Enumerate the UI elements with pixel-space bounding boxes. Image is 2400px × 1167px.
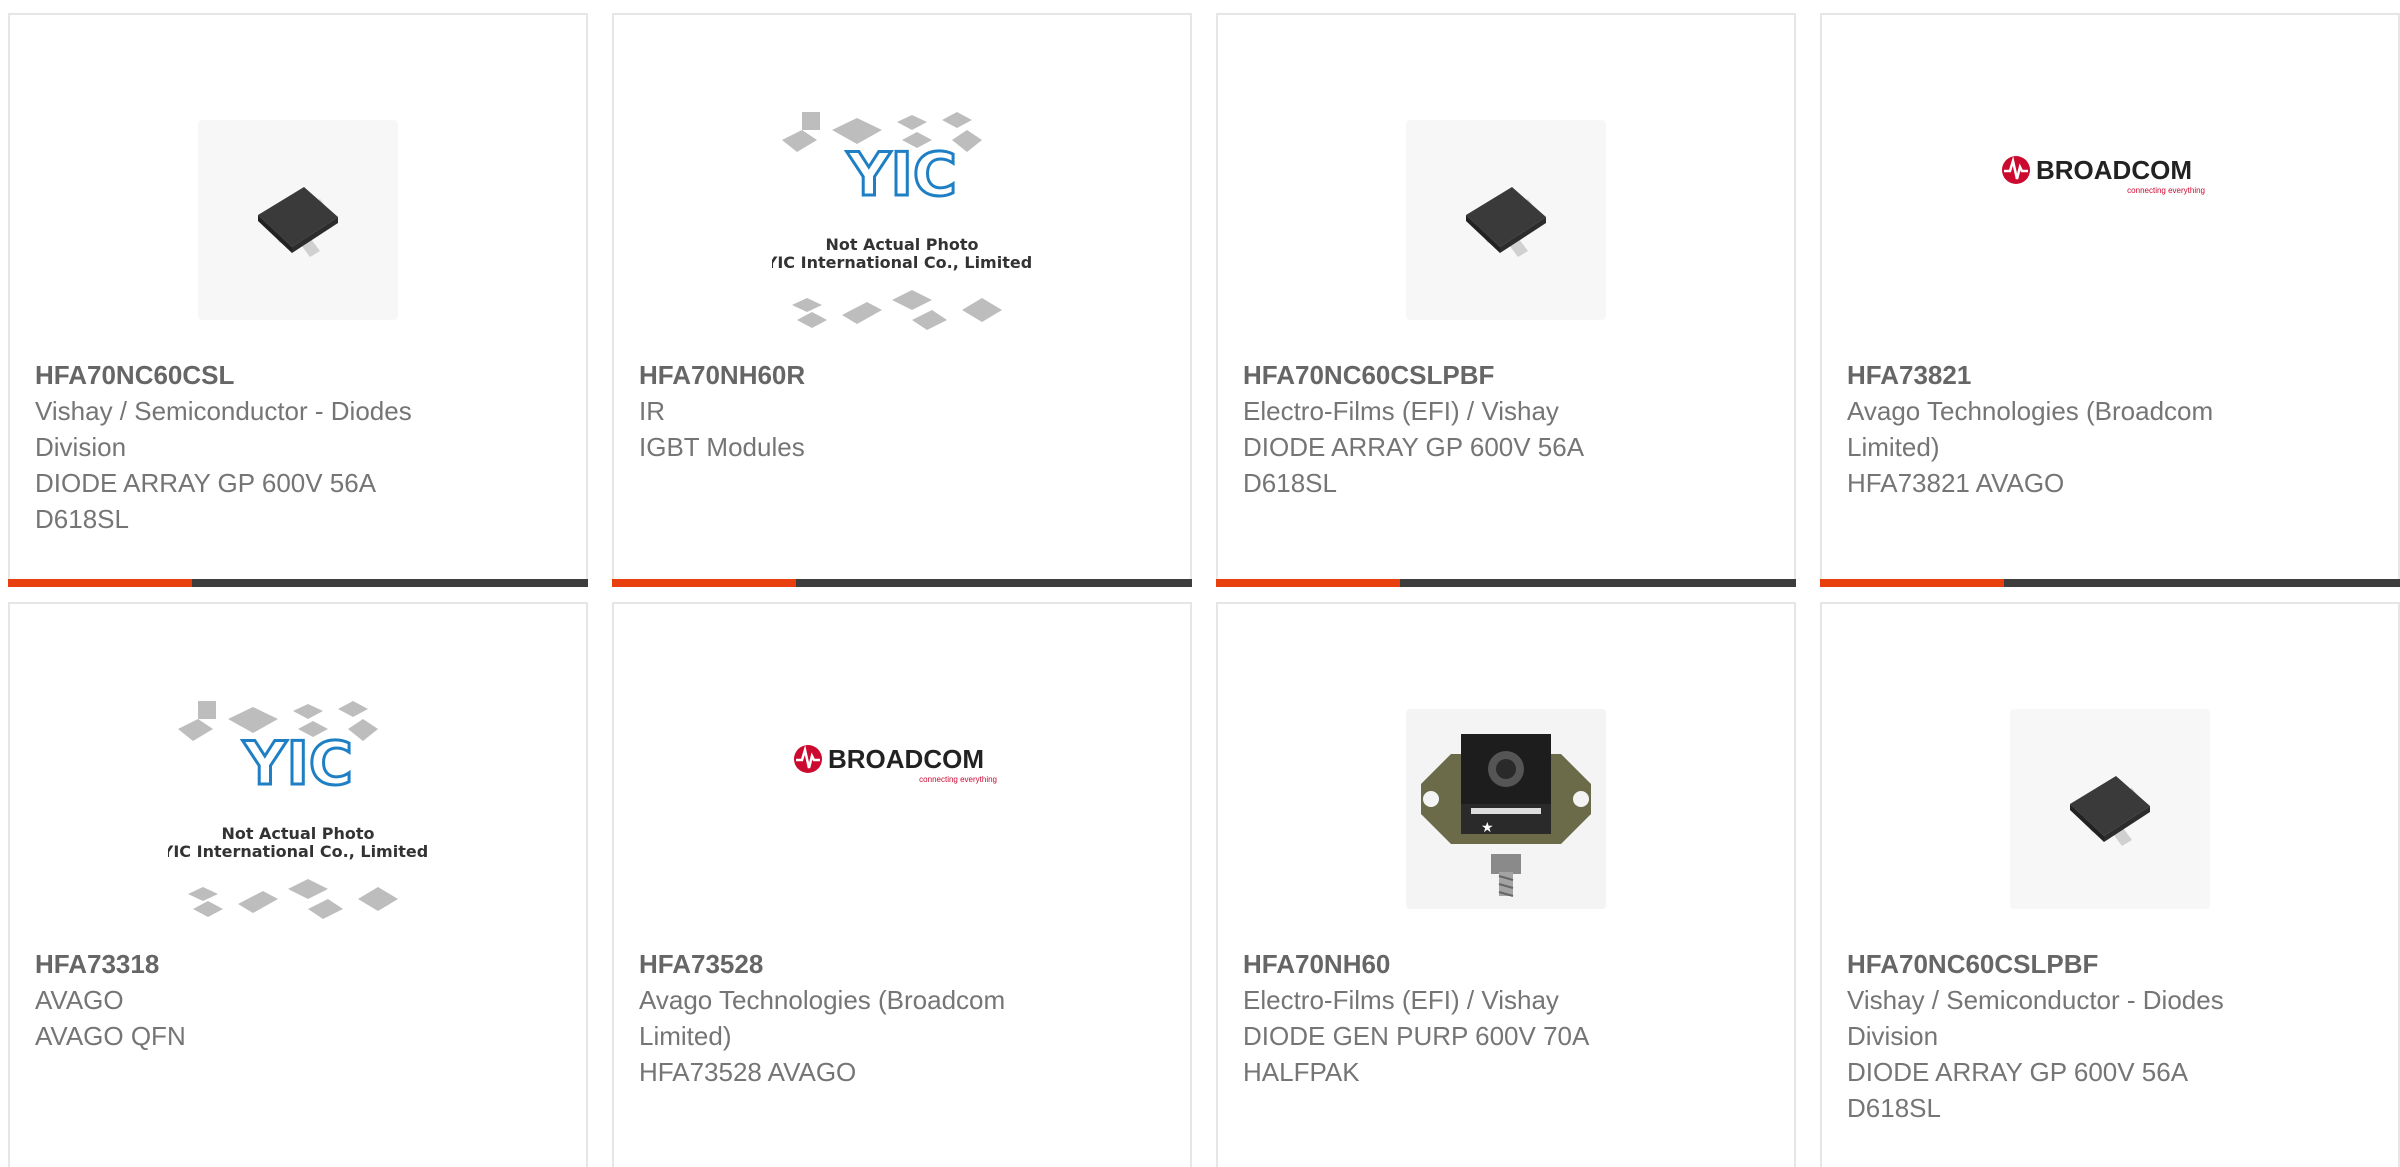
product-card[interactable]: HFA70NC60CSLPBF Electro-Films (EFI) / Vis… [1216,13,1796,587]
part-number[interactable]: HFA70NH60R [639,357,1079,393]
product-detail-line: Limited) [1847,432,1940,462]
card-bottom-bar [612,579,1192,587]
product-detail-line: DIODE ARRAY GP 600V 56A [1243,432,1585,462]
part-number[interactable]: HFA70NH60 [1243,946,1683,982]
product-detail-line: HFA73528 AVAGO [639,1057,857,1087]
yic-logo-text: YIC [242,729,353,799]
part-number[interactable]: HFA73528 [639,946,1079,982]
card-accent-bar [1820,579,2004,587]
chip-sot-icon [2070,776,2150,846]
product-detail-line: Division [35,432,127,462]
product-info: HFA70NH60 Electro-Films (EFI) / Vishay DIO… [1243,946,1683,1090]
product-detail-line: D618SL [35,504,129,534]
product-card[interactable]: HFA70NC60CSL Vishay / Semiconductor - Dio… [8,13,588,587]
product-detail-line: Electro-Films (EFI) / Vishay [1243,396,1559,426]
product-card[interactable]: HFA70NC60CSLPBF Vishay / Semiconductor - … [1820,602,2400,1167]
product-info: HFA70NC60CSLPBF Electro-Films (EFI) / Vis… [1243,357,1683,501]
product-detail-line: AVAGO QFN [35,1021,186,1051]
product-image[interactable]: YIC Not Actual Photo YIC International C… [10,674,586,944]
product-card[interactable]: BROADCOM connecting everything HFA73528 A… [612,602,1192,1167]
product-detail-line: IR [639,396,665,426]
chip-sot-icon [258,187,338,257]
placeholder-caption-1: Not Actual Photo [825,235,978,254]
broadcom-tagline: connecting everything [919,775,997,784]
product-detail-line: Vishay / Semiconductor - Diodes [1847,985,2224,1015]
yic-placeholder-image: YIC Not Actual Photo YIC International C… [168,701,428,919]
part-number[interactable]: HFA70NC60CSL [35,357,475,393]
broadcom-wordmark: BROADCOM [828,744,984,774]
part-number[interactable]: HFA73318 [35,946,475,982]
chip-sot-icon [1466,187,1546,257]
product-detail-line: Avago Technologies (Broadcom [1847,396,2214,426]
product-image[interactable] [10,85,586,355]
card-accent-bar [612,579,796,587]
product-detail-line: IGBT Modules [639,432,805,462]
product-detail-line: Vishay / Semiconductor - Diodes [35,396,412,426]
product-image[interactable]: YIC Not Actual Photo YIC International C… [614,85,1190,355]
product-detail-line: D618SL [1243,468,1337,498]
yic-logo-text: YIC [846,140,957,210]
product-info: HFA70NH60R IR IGBT Modules [639,357,1079,465]
part-number[interactable]: HFA70NC60CSLPBF [1243,357,1683,393]
card-accent-bar [8,579,192,587]
product-info: HFA70NC60CSLPBF Vishay / Semiconductor - … [1847,946,2287,1126]
product-detail-line: Division [1847,1021,1939,1051]
yic-placeholder-image: YIC Not Actual Photo YIC International C… [772,112,1032,330]
product-detail-line: D618SL [1847,1093,1941,1123]
placeholder-caption-2: YIC International Co., Limited. [772,253,1032,272]
product-detail-line: AVAGO [35,985,124,1015]
card-bottom-bar [1820,579,2400,587]
product-detail-line: Electro-Films (EFI) / Vishay [1243,985,1559,1015]
product-grid: HFA70NC60CSL Vishay / Semiconductor - Dio… [0,0,2400,1167]
product-photo: ★ [1406,709,1606,909]
broadcom-tagline: connecting everything [2127,186,2205,195]
halfpak-module-icon: ★ [1421,734,1591,897]
product-info: HFA73528 Avago Technologies (Broadcom Limi… [639,946,1079,1090]
broadcom-wordmark: BROADCOM [2036,155,2192,185]
card-bottom-bar [8,579,588,587]
product-image[interactable]: BROADCOM connecting everything [1822,55,2398,295]
product-card[interactable]: ★ HFA70NH60 Electro-Films (EFI) / Vishay D… [1216,602,1796,1167]
product-info: HFA70NC60CSL Vishay / Semiconductor - Dio… [35,357,475,537]
part-number[interactable]: HFA73821 [1847,357,2287,393]
product-photo [1406,120,1606,320]
card-bottom-bar [1216,579,1796,587]
product-card[interactable]: YIC Not Actual Photo YIC International C… [612,13,1192,587]
product-photo [198,120,398,320]
product-image[interactable]: BROADCOM connecting everything [614,644,1190,884]
product-photo [2010,709,2210,909]
product-info: HFA73821 Avago Technologies (Broadcom Limi… [1847,357,2287,501]
product-info: HFA73318 AVAGO AVAGO QFN [35,946,475,1054]
product-image[interactable] [1218,85,1794,355]
product-detail-line: HALFPAK [1243,1057,1360,1087]
part-number[interactable]: HFA70NC60CSLPBF [1847,946,2287,982]
product-detail-line: DIODE ARRAY GP 600V 56A [1847,1057,2189,1087]
svg-text:★: ★ [1481,820,1494,836]
product-detail-line: DIODE GEN PURP 600V 70A [1243,1021,1590,1051]
broadcom-logo: BROADCOM connecting everything [2002,155,2205,195]
product-detail-line: Limited) [639,1021,732,1051]
product-detail-line: HFA73821 AVAGO [1847,468,2065,498]
broadcom-logo: BROADCOM connecting everything [794,744,997,784]
product-image[interactable]: ★ [1218,674,1794,944]
product-card[interactable]: YIC Not Actual Photo YIC International C… [8,602,588,1167]
placeholder-caption-2: YIC International Co., Limited. [168,842,428,861]
product-detail-line: DIODE ARRAY GP 600V 56A [35,468,377,498]
product-detail-line: Avago Technologies (Broadcom [639,985,1006,1015]
product-image[interactable] [1822,674,2398,944]
placeholder-caption-1: Not Actual Photo [221,824,374,843]
product-card[interactable]: BROADCOM connecting everything HFA73821 A… [1820,13,2400,587]
card-accent-bar [1216,579,1400,587]
